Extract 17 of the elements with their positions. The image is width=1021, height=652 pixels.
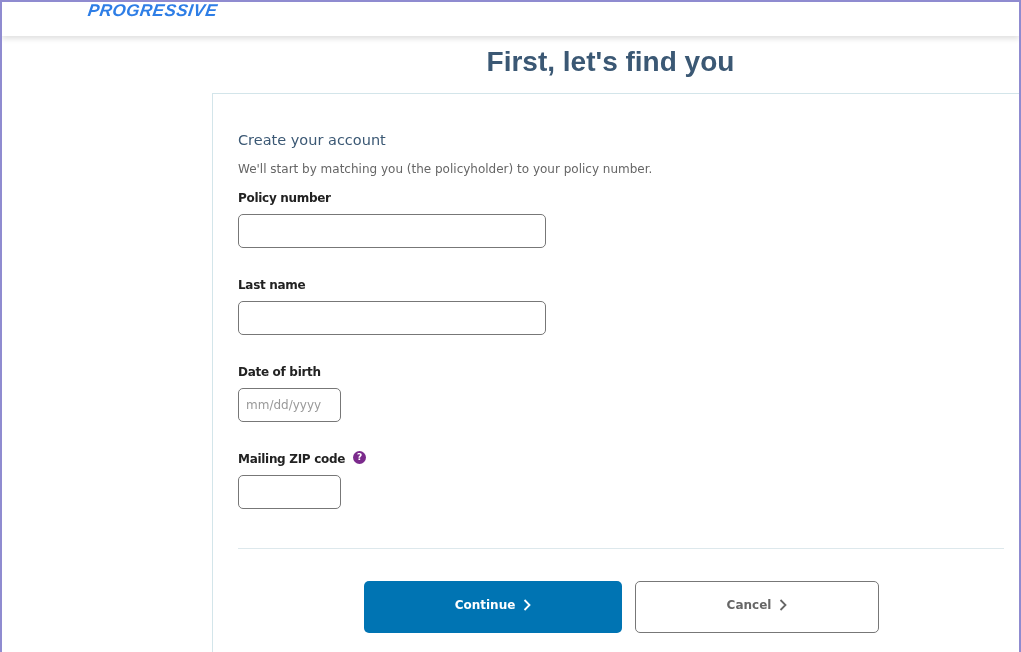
chevron-icon (779, 598, 788, 611)
field-label: Last name (238, 278, 306, 292)
page-heading: First, let's find you (485, 46, 736, 78)
input-field[interactable] (238, 475, 341, 509)
continue-button[interactable]: Continue (364, 581, 622, 633)
progressive-logo[interactable]: PROGRESSIVE (86, 2, 219, 19)
input-field[interactable] (238, 301, 546, 335)
field-label: Date of birth (238, 365, 321, 379)
intro-text: We'll start by matching you (the policyholder) to your policy number. (238, 162, 654, 176)
input-field[interactable]: mm/dd/yyyy (238, 388, 341, 422)
field-label: Policy number (238, 191, 331, 205)
form-title: Create your account (238, 132, 387, 148)
cancel-button[interactable]: Cancel (635, 581, 879, 633)
help-icon[interactable]: ? (353, 450, 367, 464)
input-field[interactable] (238, 214, 546, 248)
chevron-icon (523, 598, 532, 611)
field-label: Mailing ZIP code (238, 452, 346, 466)
